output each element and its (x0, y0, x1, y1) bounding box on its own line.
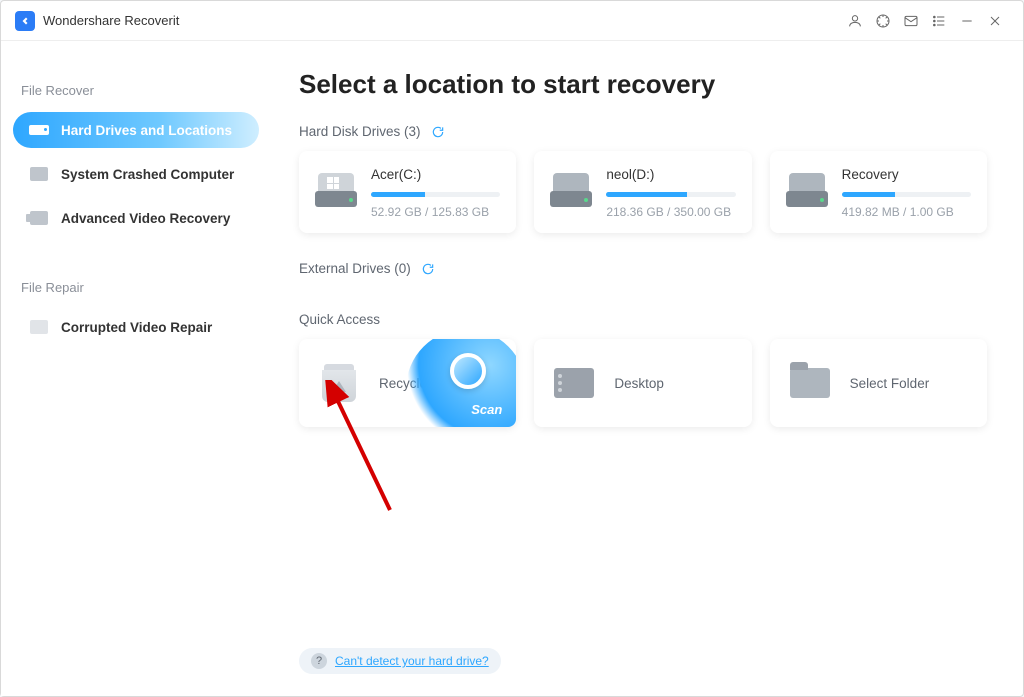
qa-label: Desktop (614, 376, 664, 391)
drive-size: 419.82 MB / 1.00 GB (842, 205, 971, 219)
page-title: Select a location to start recovery (299, 69, 987, 100)
drive-name: Acer(C:) (371, 167, 500, 182)
refresh-icon[interactable] (431, 125, 445, 139)
support-icon[interactable] (869, 7, 897, 35)
app-window: Wondershare Recoverit File Recover Hard … (0, 0, 1024, 697)
drive-name: neol(D:) (606, 167, 735, 182)
drive-size: 52.92 GB / 125.83 GB (371, 205, 500, 219)
drive-name: Recovery (842, 167, 971, 182)
sidebar-item-label: Corrupted Video Repair (61, 320, 212, 335)
close-button[interactable] (981, 7, 1009, 35)
scan-label: Scan (471, 402, 502, 417)
folder-icon (788, 363, 832, 403)
recycle-bin-icon (317, 363, 361, 403)
drive-card-c[interactable]: Acer(C:) 52.92 GB / 125.83 GB (299, 151, 516, 233)
sidebar-item-label: Advanced Video Recovery (61, 211, 230, 226)
feedback-icon[interactable] (897, 7, 925, 35)
footer: ? Can't detect your hard drive? (299, 634, 987, 684)
help-link[interactable]: ? Can't detect your hard drive? (299, 648, 501, 674)
main-panel: Select a location to start recovery Hard… (271, 41, 1023, 696)
drive-icon (29, 122, 49, 138)
usage-bar (842, 192, 971, 197)
sidebar-item-system-crashed[interactable]: System Crashed Computer (13, 156, 259, 192)
question-icon: ? (311, 653, 327, 669)
sidebar-item-corrupted-video[interactable]: Corrupted Video Repair (13, 309, 259, 345)
drive-icon (786, 173, 828, 207)
qa-card-recycle-bin[interactable]: Recycle Bin Scan (299, 339, 516, 427)
qa-card-desktop[interactable]: Desktop (534, 339, 751, 427)
hdd-section-header: Hard Disk Drives (3) (299, 124, 987, 139)
drive-icon (315, 173, 357, 207)
hdd-section-label: Hard Disk Drives (3) (299, 124, 421, 139)
minimize-button[interactable] (953, 7, 981, 35)
drive-size: 218.36 GB / 350.00 GB (606, 205, 735, 219)
usage-bar (606, 192, 735, 197)
usage-bar (371, 192, 500, 197)
external-section-label: External Drives (0) (299, 261, 411, 276)
titlebar: Wondershare Recoverit (1, 1, 1023, 41)
menu-icon[interactable] (925, 7, 953, 35)
video-icon (29, 210, 49, 226)
drive-card-recovery[interactable]: Recovery 419.82 MB / 1.00 GB (770, 151, 987, 233)
quick-access-cards: Recycle Bin Scan Desktop Select Folder (299, 339, 987, 427)
sidebar-item-label: System Crashed Computer (61, 167, 234, 182)
sidebar-section-repair: File Repair (21, 280, 251, 295)
external-section-header: External Drives (0) (299, 261, 987, 276)
drive-card-d[interactable]: neol(D:) 218.36 GB / 350.00 GB (534, 151, 751, 233)
refresh-icon[interactable] (421, 262, 435, 276)
sidebar-item-label: Hard Drives and Locations (61, 123, 232, 138)
drive-cards: Acer(C:) 52.92 GB / 125.83 GB neol(D:) 2… (299, 151, 987, 233)
quick-access-header: Quick Access (299, 312, 987, 327)
help-link-text[interactable]: Can't detect your hard drive? (335, 654, 489, 668)
app-logo (15, 11, 35, 31)
sidebar: File Recover Hard Drives and Locations S… (1, 41, 271, 696)
qa-label: Select Folder (850, 376, 930, 391)
sidebar-item-advanced-video[interactable]: Advanced Video Recovery (13, 200, 259, 236)
desktop-icon (552, 363, 596, 403)
quick-access-label: Quick Access (299, 312, 380, 327)
app-title: Wondershare Recoverit (43, 13, 179, 28)
monitor-icon (29, 166, 49, 182)
qa-card-select-folder[interactable]: Select Folder (770, 339, 987, 427)
drive-icon (550, 173, 592, 207)
sidebar-item-hard-drives[interactable]: Hard Drives and Locations (13, 112, 259, 148)
repair-icon (29, 319, 49, 335)
sidebar-section-recover: File Recover (21, 83, 251, 98)
account-icon[interactable] (841, 7, 869, 35)
